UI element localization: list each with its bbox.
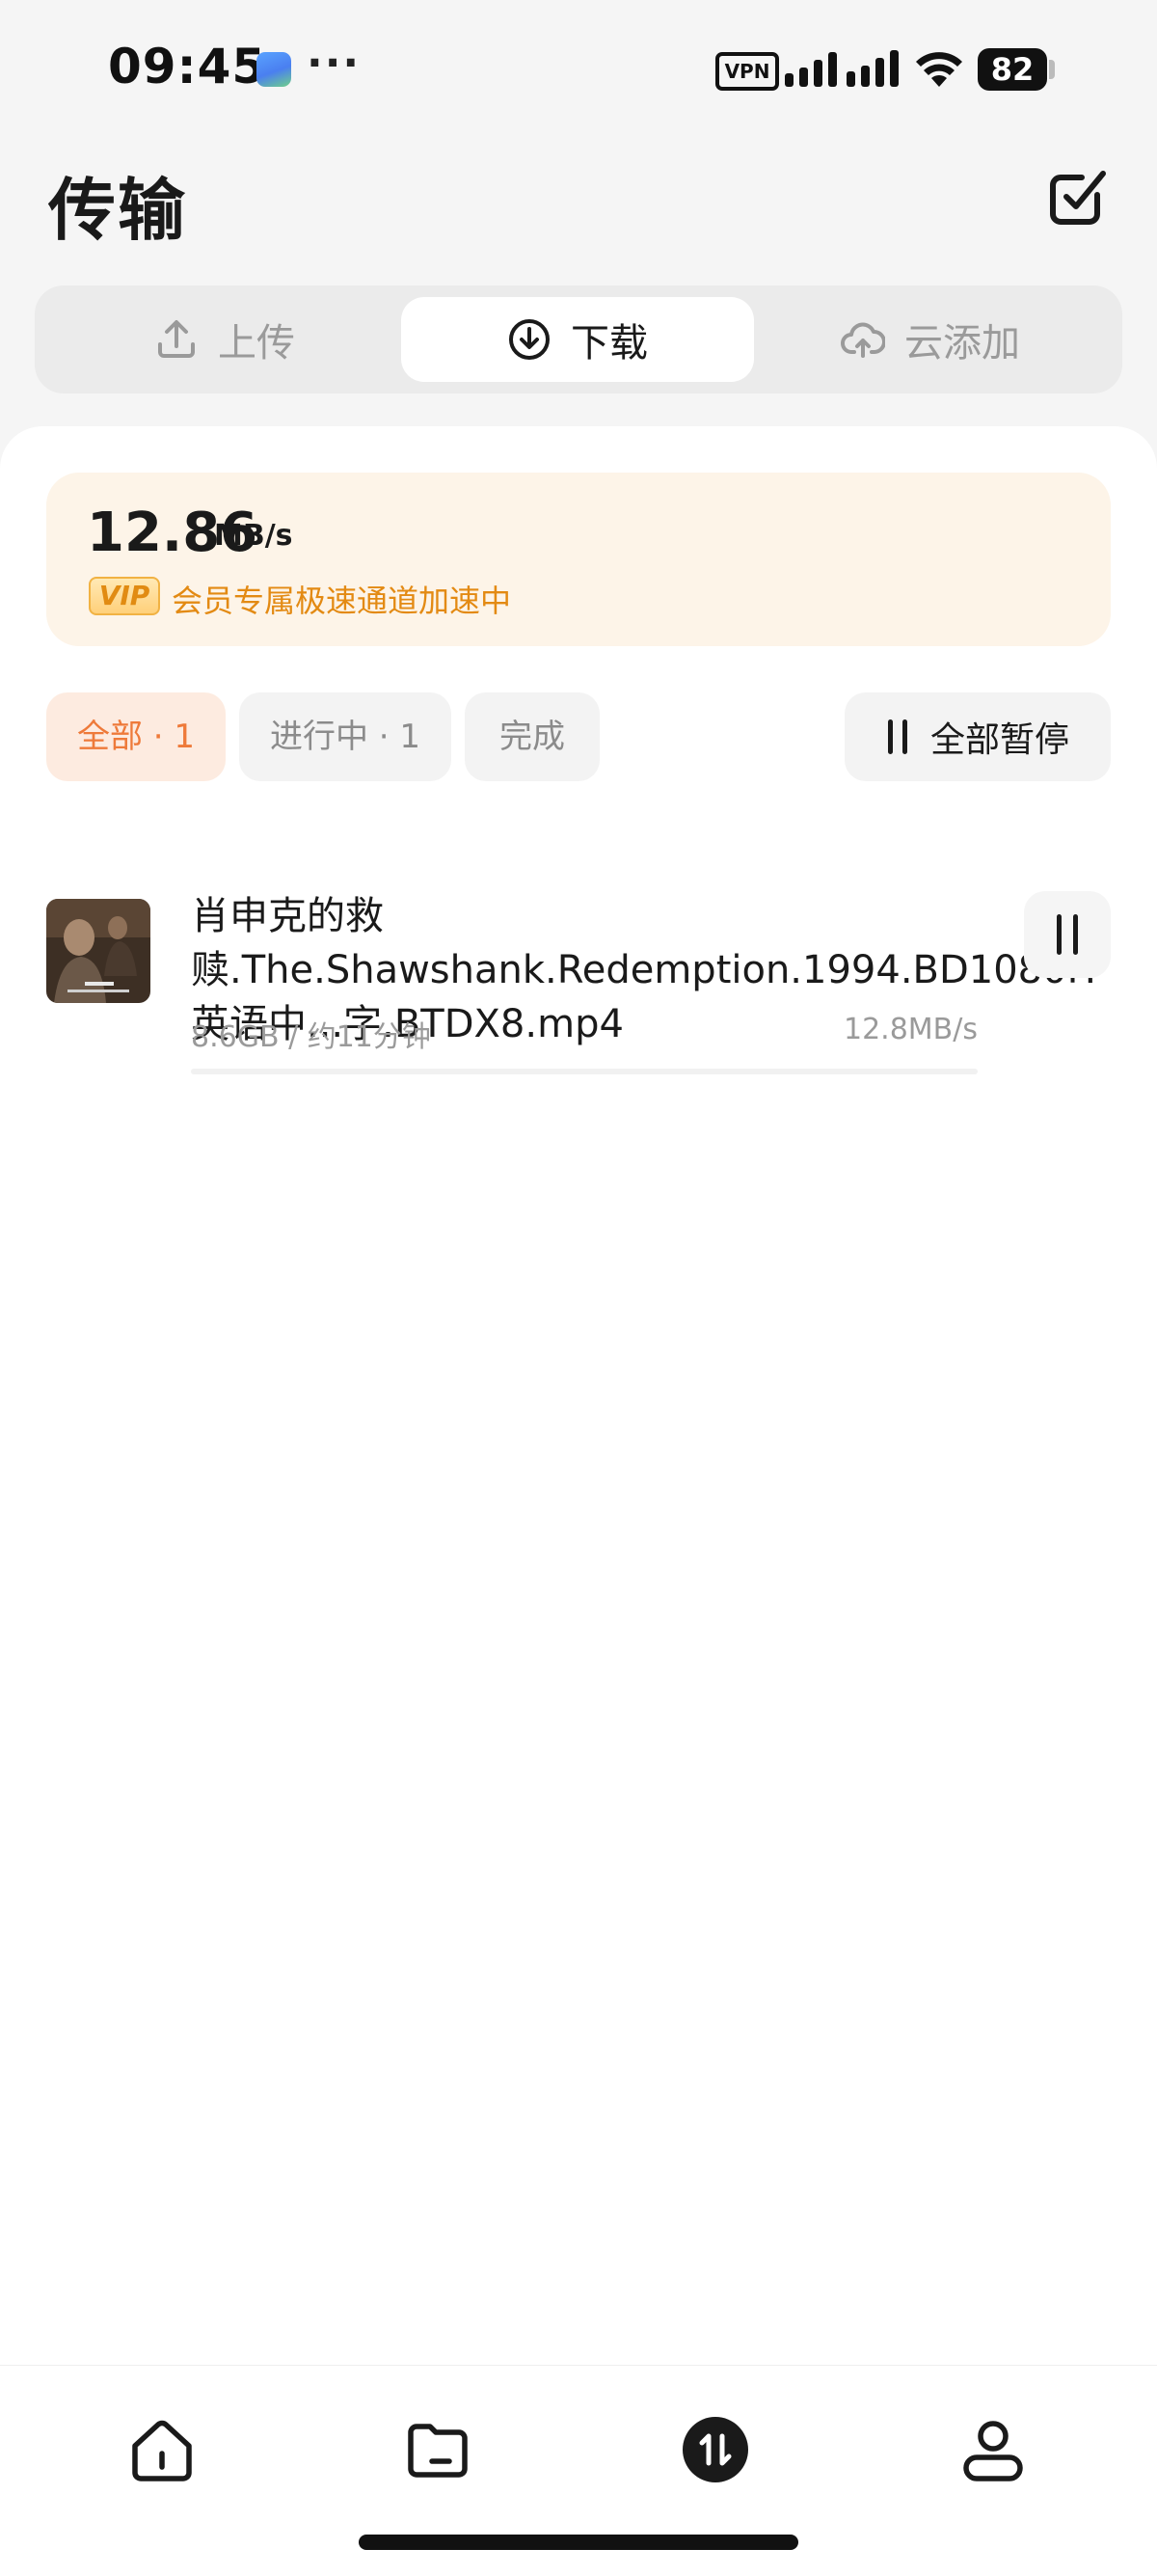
vip-acceleration-text: 会员专属极速通道加速中 — [172, 583, 512, 619]
battery-icon: 82 — [978, 48, 1047, 91]
pause-all-button[interactable]: 全部暂停 — [845, 692, 1111, 781]
transfer-icon[interactable] — [681, 2415, 750, 2484]
page-title: 传输 — [48, 171, 187, 250]
multi-select-icon[interactable] — [1043, 162, 1113, 231]
filter-in-progress[interactable]: 进行中 · 1 — [239, 692, 451, 781]
download-progress-bar — [191, 1069, 978, 1074]
download-size-eta: 8.6GB / 约11分钟 — [191, 1020, 431, 1054]
wifi-icon — [916, 52, 962, 87]
tab-download-label: 下载 — [571, 321, 648, 366]
transfer-tabs: 上传 下载 云添加 — [35, 285, 1122, 393]
pause-icon — [887, 719, 907, 754]
vip-badge: VIP — [89, 577, 160, 615]
upload-icon — [158, 320, 195, 358]
tab-cloud-add[interactable]: 云添加 — [754, 297, 1107, 382]
speed-unit: MB/s — [214, 519, 293, 553]
tab-download[interactable]: 下载 — [401, 297, 754, 382]
filter-all[interactable]: 全部 · 1 — [46, 692, 226, 781]
pause-all-label: 全部暂停 — [929, 720, 1069, 760]
tab-upload-label: 上传 — [218, 321, 295, 366]
more-notifications-icon: ··· — [307, 39, 362, 88]
pause-icon — [1057, 914, 1078, 955]
battery-tip — [1049, 60, 1055, 79]
tab-upload[interactable]: 上传 — [48, 297, 401, 382]
download-speed: 12.8MB/s — [844, 1013, 978, 1046]
home-icon[interactable] — [127, 2415, 197, 2484]
download-icon — [509, 319, 550, 360]
app-notification-icon — [256, 52, 291, 87]
signal-icon — [785, 50, 899, 87]
cloud-upload-icon — [841, 322, 885, 358]
folder-icon[interactable] — [403, 2415, 472, 2484]
tab-cloud-add-label: 云添加 — [904, 321, 1020, 366]
filter-completed[interactable]: 完成 — [465, 692, 600, 781]
profile-icon[interactable] — [958, 2415, 1028, 2484]
vpn-icon: VPN — [715, 52, 779, 91]
video-thumbnail — [46, 899, 150, 1003]
status-time: 09:45 — [108, 39, 267, 95]
item-pause-button[interactable] — [1024, 891, 1111, 978]
home-indicator — [359, 2535, 798, 2550]
